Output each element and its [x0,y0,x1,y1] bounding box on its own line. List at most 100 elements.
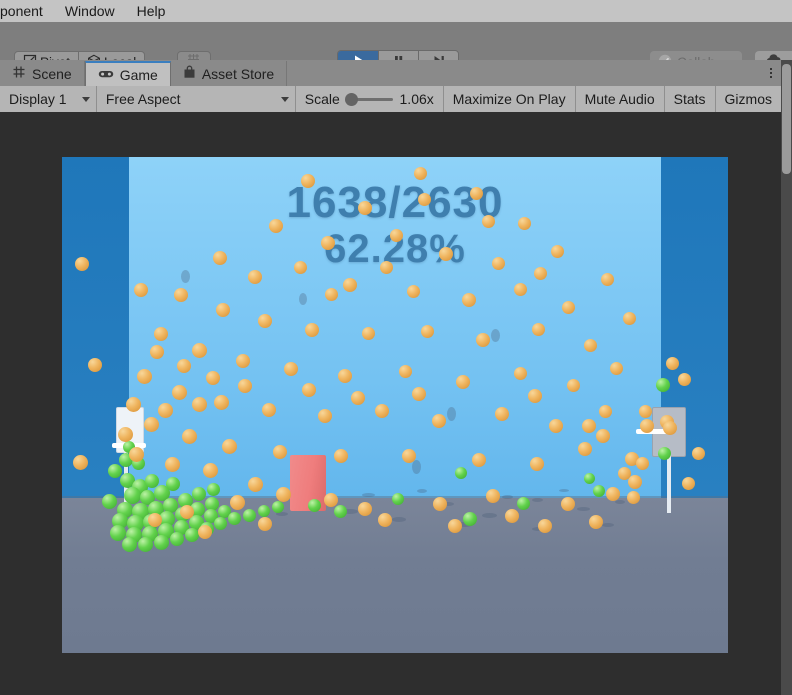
air-ball-shadow [447,407,456,421]
ball [325,288,338,301]
ball [358,502,372,516]
ball [192,397,207,412]
mute-audio-label: Mute Audio [584,91,655,107]
ball [618,467,631,480]
gizmos-label: Gizmos [724,91,772,107]
ball [530,457,544,471]
ball [150,345,164,359]
collected-ball [243,509,256,522]
grid-icon [12,65,26,82]
scale-slider[interactable] [344,92,393,106]
ball [567,379,580,392]
ball [248,477,263,492]
ball [180,505,194,519]
ball [262,403,276,417]
gamepad-icon [98,67,114,83]
ball [238,379,252,393]
ball [596,429,610,443]
game-view-toolbar: Display 1 Free Aspect Scale 1.06x Maximi… [0,86,781,113]
ball [198,525,212,539]
ball [273,445,287,459]
ball-shadow [559,489,569,492]
ball [144,417,159,432]
stats-toggle[interactable]: Stats [665,86,716,112]
ball [561,497,575,511]
ball [222,439,237,454]
ball [584,339,597,352]
air-ball-shadow [299,293,307,305]
ball [301,174,315,188]
tab-scene[interactable]: Scene [0,61,85,86]
game-view-area[interactable]: 1638/2630 62.28% [0,112,781,695]
ball [666,357,679,370]
menu-help[interactable]: Help [126,0,177,22]
game-render-surface[interactable]: 1638/2630 62.28% [62,157,728,653]
ball [399,365,412,378]
tab-asset-store[interactable]: Asset Store [170,61,288,86]
aspect-ratio-dropdown[interactable]: Free Aspect [96,86,296,112]
ball [358,201,372,215]
ball [269,219,283,233]
ball [134,283,148,297]
ball [248,270,262,284]
ball [578,442,592,456]
ball [639,405,652,418]
ball [599,405,612,418]
scale-label: Scale [304,91,340,107]
main-toolbar: Pivot Local [0,22,792,76]
ball [482,215,495,228]
maximize-on-play-toggle[interactable]: Maximize On Play [444,86,576,112]
ball [495,407,509,421]
ball [418,193,431,206]
scattered-ball [463,512,477,526]
air-ball-shadow [181,270,190,283]
ball [378,513,392,527]
ball [421,325,434,338]
display-dropdown-value: Display 1 [9,91,67,107]
ball [174,288,188,302]
collected-ball [122,537,137,552]
scrollbar-thumb[interactable] [782,64,791,174]
ball [206,371,220,385]
display-dropdown[interactable]: Display 1 [0,86,97,112]
ball-shadow [602,523,614,527]
ball [456,375,470,389]
ball [129,447,144,462]
ball [126,397,141,412]
store-bag-icon [183,65,196,82]
ball [486,489,500,503]
collected-ball [214,517,227,530]
scale-value: 1.06x [399,91,434,107]
ball [118,427,133,442]
ball [640,419,654,433]
score-made-total: 1638/2630 [286,178,504,227]
ball [343,278,357,292]
gizmos-dropdown[interactable]: Gizmos [716,86,781,112]
ball [334,449,348,463]
ball [154,327,168,341]
ball [534,267,547,280]
ball-shadow [532,498,543,502]
more-vertical-icon[interactable] [761,62,781,84]
collected-ball [102,494,117,509]
ball [582,419,596,433]
ball [230,495,245,510]
menu-component[interactable]: ponent [0,0,54,22]
scale-slider-handle[interactable] [344,92,358,106]
ball [412,387,426,401]
ball [606,487,620,501]
ball [505,509,519,523]
vertical-scrollbar[interactable] [781,60,792,695]
ball [390,229,403,242]
tab-game[interactable]: Game [84,61,171,86]
scale-slider-group[interactable]: Scale 1.06x [296,86,444,112]
ball [492,257,505,270]
menu-window[interactable]: Window [54,0,126,22]
ball [462,293,476,307]
mute-audio-toggle[interactable]: Mute Audio [576,86,665,112]
collected-ball [166,477,180,491]
ball [407,285,420,298]
scattered-ball [656,378,670,392]
collected-ball [228,512,241,525]
ball [338,369,352,383]
